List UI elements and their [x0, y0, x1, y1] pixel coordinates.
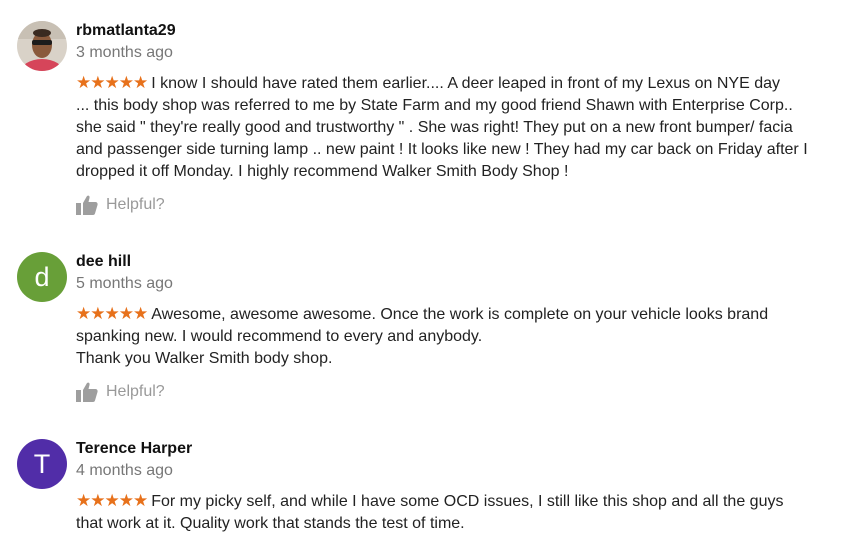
review-author[interactable]: Terence Harper — [76, 440, 192, 458]
review-text-line: ★★★★★ Awesome, awesome awesome. Once the … — [76, 303, 826, 326]
review-text: ★★★★★ Awesome, awesome awesome. Once the … — [76, 303, 826, 370]
review-text-line: Thank you Walker Smith body shop. — [76, 350, 333, 367]
review-author[interactable]: rbmatlanta29 — [76, 22, 176, 40]
review-date: 3 months ago — [76, 44, 173, 61]
review-text-line-content: I know I should have rated them earlier.… — [151, 75, 781, 92]
avatar[interactable]: d — [17, 252, 67, 302]
review-text: ★★★★★ For my picky self, and while I have… — [76, 490, 826, 535]
profile-photo-icon — [17, 21, 67, 71]
review-date: 4 months ago — [76, 462, 173, 479]
review-text-line: dropped it off Monday. I highly recommen… — [76, 163, 569, 180]
thumbs-up-icon — [76, 195, 98, 215]
star-rating: ★★★★★ — [76, 304, 148, 323]
review-text-line: she said " they're really good and trust… — [76, 119, 793, 136]
review-text-line-content: For my picky self, and while I have some… — [151, 493, 784, 510]
avatar-photo[interactable] — [17, 21, 67, 71]
review-author[interactable]: dee hill — [76, 253, 131, 271]
avatar-letter: T — [33, 448, 51, 479]
review-text-line: ... this body shop was referred to me by… — [76, 97, 793, 114]
avatar-letter: d — [34, 261, 50, 292]
helpful-button[interactable]: Helpful? — [76, 381, 165, 403]
avatar[interactable]: T — [17, 439, 67, 489]
helpful-label: Helpful? — [106, 196, 165, 213]
review-text-line-content: Awesome, awesome awesome. Once the work … — [151, 306, 769, 323]
review-text-line: that work at it. Quality work that stand… — [76, 515, 465, 532]
review-date: 5 months ago — [76, 275, 173, 292]
review-text-line: and passenger side turning lamp .. new p… — [76, 141, 808, 158]
review-text-line: spanking new. I would recommend to every… — [76, 328, 483, 345]
star-rating: ★★★★★ — [76, 73, 148, 92]
review-text-line: ★★★★★ I know I should have rated them ear… — [76, 72, 826, 95]
review-text-line: ★★★★★ For my picky self, and while I have… — [76, 490, 826, 513]
star-rating: ★★★★★ — [76, 491, 148, 510]
helpful-button[interactable]: Helpful? — [76, 194, 165, 216]
helpful-label: Helpful? — [106, 383, 165, 400]
review-text: ★★★★★ I know I should have rated them ear… — [76, 72, 826, 183]
thumbs-up-icon — [76, 382, 98, 402]
